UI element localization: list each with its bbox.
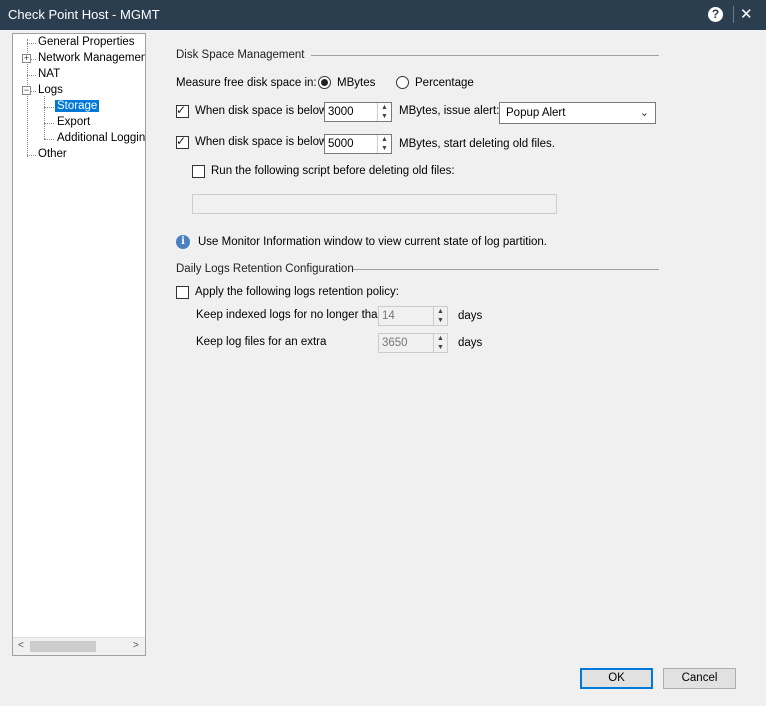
scroll-thumb[interactable]: [30, 641, 96, 652]
delete-checkbox[interactable]: ✓: [176, 134, 189, 149]
alert-type-value: Popup Alert: [506, 107, 566, 119]
log-files-spinner[interactable]: 3650 ▲ ▼: [378, 333, 448, 353]
tree-connector: [44, 123, 54, 124]
cancel-button[interactable]: Cancel: [663, 668, 736, 689]
disk-section-divider: [311, 55, 659, 56]
delete-suffix-label: MBytes, start deleting old files.: [399, 138, 555, 150]
alert-checkbox[interactable]: ✓: [176, 103, 189, 118]
script-path-input[interactable]: [192, 194, 557, 214]
delete-threshold-spinner[interactable]: 5000 ▲ ▼: [324, 134, 392, 154]
log-files-value[interactable]: 3650: [382, 337, 408, 349]
spin-up-icon[interactable]: ▲: [378, 103, 391, 112]
alert-suffix-label: MBytes, issue alert:: [399, 105, 500, 117]
ok-button[interactable]: OK: [580, 668, 653, 689]
info-text: Use Monitor Information window to view c…: [198, 236, 547, 248]
script-checkbox[interactable]: [192, 165, 205, 178]
retention-policy-checkbox[interactable]: [176, 286, 189, 299]
scroll-left-icon[interactable]: <: [18, 640, 24, 651]
tree-horizontal-scrollbar[interactable]: < >: [13, 637, 145, 655]
chevron-down-icon: ⌄: [639, 107, 649, 119]
log-files-label: Keep log files for an extra: [196, 336, 327, 348]
tree-item-logs[interactable]: Logs: [38, 84, 63, 96]
tree-connector: [27, 75, 36, 76]
retention-policy-label: Apply the following logs retention polic…: [195, 286, 399, 298]
radio-percentage-label[interactable]: Percentage: [415, 77, 474, 89]
alert-threshold-value[interactable]: 3000: [328, 106, 354, 118]
indexed-logs-value[interactable]: 14: [382, 310, 395, 322]
info-icon: i: [176, 235, 190, 249]
tree-item-network-management[interactable]: Network Management: [38, 52, 145, 64]
tree-connector: [44, 96, 45, 139]
tree-item-other[interactable]: Other: [38, 148, 67, 160]
tree-connector: [27, 155, 36, 156]
close-icon[interactable]: ✕: [740, 5, 753, 23]
retention-section-divider: [353, 269, 659, 270]
tree-connector: [31, 59, 36, 60]
log-files-days-label: days: [458, 337, 483, 349]
indexed-logs-label: Keep indexed logs for no longer than: [196, 309, 384, 321]
tree-item-storage[interactable]: Storage: [55, 100, 100, 112]
alert-type-dropdown[interactable]: Popup Alert ⌄: [499, 102, 656, 124]
radio-percentage[interactable]: [396, 76, 409, 89]
scroll-right-icon[interactable]: >: [133, 640, 139, 651]
expand-plus-icon[interactable]: +: [22, 54, 31, 63]
check-icon: ✓: [176, 103, 187, 117]
check-icon: ✓: [176, 134, 187, 148]
radio-mbytes[interactable]: [318, 76, 331, 89]
tree-connector: [44, 139, 54, 140]
measure-label: Measure free disk space in:: [176, 77, 317, 89]
window-title: Check Point Host - MGMT: [8, 7, 160, 22]
radio-selected-dot: [321, 79, 328, 86]
spin-down-icon[interactable]: ▼: [378, 112, 391, 121]
spin-down-icon[interactable]: ▼: [434, 343, 447, 352]
delete-threshold-value[interactable]: 5000: [328, 138, 354, 150]
retention-section-title: Daily Logs Retention Configuration: [176, 263, 354, 275]
spin-up-icon[interactable]: ▲: [434, 307, 447, 316]
tree-connector: [31, 91, 36, 92]
indexed-logs-spinner[interactable]: 14 ▲ ▼: [378, 306, 448, 326]
collapse-minus-icon[interactable]: −: [22, 86, 31, 95]
alert-threshold-spinner[interactable]: 3000 ▲ ▼: [324, 102, 392, 122]
delete-checkbox-label: When disk space is below: [195, 136, 328, 148]
title-bar: Check Point Host - MGMT ? ✕: [0, 0, 766, 30]
tree-item-nat[interactable]: NAT: [38, 68, 60, 80]
spin-up-icon[interactable]: ▲: [434, 334, 447, 343]
spin-up-icon[interactable]: ▲: [378, 135, 391, 144]
navigation-tree[interactable]: + − General Properties Network Managemen…: [12, 33, 146, 656]
spin-down-icon[interactable]: ▼: [378, 144, 391, 153]
disk-section-title: Disk Space Management: [176, 49, 305, 61]
script-checkbox-label: Run the following script before deleting…: [211, 165, 455, 177]
tree-item-export[interactable]: Export: [57, 116, 90, 128]
tree-item-additional-logging[interactable]: Additional Logging: [57, 132, 145, 144]
spin-down-icon[interactable]: ▼: [434, 316, 447, 325]
indexed-days-label: days: [458, 310, 483, 322]
alert-checkbox-label: When disk space is below: [195, 105, 328, 117]
help-icon[interactable]: ?: [708, 7, 723, 22]
tree-connector: [44, 107, 54, 108]
tree-item-general-properties[interactable]: General Properties: [38, 36, 135, 48]
radio-mbytes-label[interactable]: MBytes: [337, 77, 375, 89]
tree-connector: [27, 43, 36, 44]
title-separator: [733, 6, 734, 23]
